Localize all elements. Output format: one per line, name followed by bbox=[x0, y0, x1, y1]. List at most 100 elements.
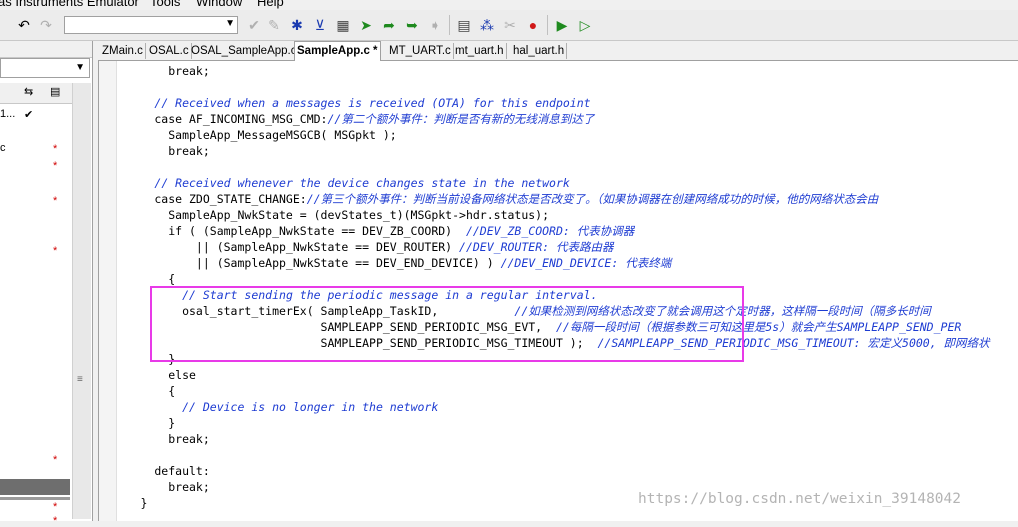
menu-help[interactable]: Help bbox=[257, 0, 284, 9]
tab-osal-c[interactable]: OSAL.c bbox=[147, 43, 192, 59]
tab-zmain-c[interactable]: ZMain.c bbox=[100, 43, 146, 59]
tab-sampleapp-c[interactable]: SampleApp.c * bbox=[294, 41, 381, 61]
check-icon: ✔ bbox=[24, 109, 34, 121]
code-line[interactable]: SampleApp_MessageMSGCB( MSGpkt ); bbox=[99, 127, 397, 143]
code-line[interactable]: SampleApp_NwkState = (devStates_t)(MSGpk… bbox=[99, 207, 549, 223]
code-line[interactable]: { bbox=[99, 271, 175, 287]
menu-tools[interactable]: Tools bbox=[150, 0, 180, 9]
workspace-scrollbar[interactable]: ≡ bbox=[72, 83, 91, 519]
code-line[interactable]: // Received when a messages is received … bbox=[99, 95, 591, 111]
workspace-header bbox=[0, 41, 92, 58]
undo-icon[interactable]: ↶ bbox=[14, 15, 34, 35]
chevron-down-icon[interactable]: ▼ bbox=[75, 62, 85, 73]
code-text: else bbox=[99, 368, 196, 382]
debug-icon[interactable]: ✎ bbox=[264, 15, 284, 35]
code-text: break; bbox=[99, 480, 210, 494]
code-text: || (SampleApp_NwkState == DEV_END_DEVICE… bbox=[99, 256, 501, 270]
tab-mt-uart-h[interactable]: mt_uart.h bbox=[453, 43, 507, 59]
scroll-grip-icon[interactable]: ≡ bbox=[77, 374, 83, 385]
selected-row-highlight[interactable] bbox=[0, 479, 70, 495]
annotation-highlight-box bbox=[150, 286, 744, 362]
code-text: break; bbox=[99, 64, 210, 78]
network-icon[interactable]: ⁂ bbox=[477, 15, 497, 35]
toolbar-separator bbox=[547, 15, 548, 35]
tab-mt-uart-c[interactable]: MT_UART.c bbox=[387, 43, 454, 59]
code-line[interactable]: break; bbox=[99, 143, 210, 159]
code-line[interactable]: break; bbox=[99, 431, 210, 447]
code-line[interactable]: || (SampleApp_NwkState == DEV_ROUTER) //… bbox=[99, 239, 614, 255]
filter-icon[interactable]: ⊻ bbox=[310, 15, 330, 35]
chevron-down-icon[interactable]: ▼ bbox=[225, 18, 235, 29]
code-comment: // Received when a messages is received … bbox=[154, 96, 591, 110]
options-column-icon[interactable]: ▤ bbox=[50, 85, 60, 98]
tab-osal-sampleapp-c[interactable]: OSAL_SampleApp.c bbox=[189, 43, 300, 59]
code-comment: //DEV_ZB_COORD: 代表协调器 bbox=[465, 224, 635, 238]
menu-window[interactable]: Window bbox=[196, 0, 242, 9]
code-line[interactable]: case AF_INCOMING_MSG_CMD://第二个额外事件：判断是否有… bbox=[99, 111, 594, 127]
code-text: } bbox=[99, 496, 148, 510]
step-out-icon[interactable]: ➧ bbox=[425, 15, 445, 35]
code-text: break; bbox=[99, 144, 210, 158]
code-text: { bbox=[99, 272, 176, 286]
code-line[interactable]: // Received whenever the device changes … bbox=[99, 175, 570, 191]
code-line[interactable]: { bbox=[99, 383, 175, 399]
code-text: default: bbox=[99, 464, 210, 478]
code-comment: // Device is no longer in the network bbox=[182, 400, 439, 414]
code-line[interactable]: break; bbox=[99, 63, 210, 79]
code-text: case ZDO_STATE_CHANGE: bbox=[99, 192, 307, 206]
modified-star: * bbox=[53, 454, 58, 466]
row-divider bbox=[0, 497, 70, 500]
code-text: if ( (SampleApp_NwkState == DEV_ZB_COORD… bbox=[99, 224, 466, 238]
code-text: || (SampleApp_NwkState == DEV_ROUTER) bbox=[99, 240, 460, 254]
download-debug-icon[interactable]: ▶ bbox=[552, 15, 572, 35]
modified-column-icon[interactable]: ⇆ bbox=[24, 85, 33, 98]
code-line[interactable]: // Device is no longer in the network bbox=[99, 399, 438, 415]
workspace-config-combo[interactable]: ▼ bbox=[0, 58, 90, 78]
redo-icon[interactable]: ↷ bbox=[36, 15, 56, 35]
step-over-icon[interactable]: ➦ bbox=[379, 15, 399, 35]
go-to-cursor-icon[interactable]: ✱ bbox=[287, 15, 307, 35]
workspace-column-header: ⇆ ▤ bbox=[0, 83, 72, 104]
code-text: case AF_INCOMING_MSG_CMD: bbox=[99, 112, 328, 126]
list-item-label: c bbox=[0, 142, 6, 154]
code-line[interactable]: || (SampleApp_NwkState == DEV_END_DEVICE… bbox=[99, 255, 671, 271]
modified-star: * bbox=[53, 195, 58, 207]
toggle-breakpoint-icon[interactable]: ✔ bbox=[244, 15, 264, 35]
code-text: SampleApp_MessageMSGCB( MSGpkt ); bbox=[99, 128, 397, 142]
code-line[interactable]: default: bbox=[99, 463, 210, 479]
compile-icon[interactable]: ▦ bbox=[333, 15, 353, 35]
menu-bar: as Instruments Emulator Tools Window Hel… bbox=[0, 0, 1018, 10]
watermark: https://blog.csdn.net/weixin_39148042 bbox=[638, 491, 962, 507]
code-line[interactable]: break; bbox=[99, 479, 210, 495]
code-comment: //第二个额外事件：判断是否有新的无线消息到达了 bbox=[327, 112, 595, 126]
list-item[interactable]: 1... ✔ bbox=[0, 108, 33, 121]
code-comment: //第三个额外事件：判断当前设备网络状态是否改变了。（如果协调器在创建网络成功的… bbox=[306, 192, 879, 206]
code-line[interactable]: else bbox=[99, 367, 196, 383]
make-icon[interactable]: ➤ bbox=[356, 15, 376, 35]
code-line[interactable]: } bbox=[99, 415, 175, 431]
list-item-label: 1... bbox=[0, 108, 16, 120]
debug-without-download-icon[interactable]: ▷ bbox=[575, 15, 595, 35]
code-line[interactable]: } bbox=[99, 495, 148, 511]
tools-icon[interactable]: ✂ bbox=[500, 15, 520, 35]
step-into-icon[interactable]: ➥ bbox=[402, 15, 422, 35]
list-item[interactable]: c bbox=[0, 142, 6, 154]
code-comment: //DEV_ROUTER: 代表路由器 bbox=[459, 240, 614, 254]
menu-emulator[interactable]: as Instruments Emulator bbox=[0, 0, 139, 9]
modified-star: * bbox=[53, 143, 58, 155]
workspace-pane: ▼ ⇆ ▤ 1... ✔ c * * * * * * * ≡ bbox=[0, 41, 93, 527]
toolbar-search-combo[interactable]: ▼ bbox=[64, 16, 238, 34]
code-line[interactable]: if ( (SampleApp_NwkState == DEV_ZB_COORD… bbox=[99, 223, 634, 239]
code-text: SampleApp_NwkState = (devStates_t)(MSGpk… bbox=[99, 208, 550, 222]
code-text: } bbox=[99, 416, 176, 430]
stop-build-icon[interactable]: ● bbox=[523, 15, 543, 35]
code-text: { bbox=[99, 384, 176, 398]
tab-hal-uart-h[interactable]: hal_uart.h bbox=[511, 43, 568, 59]
code-comment: // Received whenever the device changes … bbox=[154, 176, 570, 190]
code-line[interactable]: case ZDO_STATE_CHANGE://第三个额外事件：判断当前设备网络… bbox=[99, 191, 878, 207]
modified-star: * bbox=[53, 501, 58, 513]
rebuild-icon[interactable]: ▤ bbox=[454, 15, 474, 35]
modified-star: * bbox=[53, 245, 58, 257]
